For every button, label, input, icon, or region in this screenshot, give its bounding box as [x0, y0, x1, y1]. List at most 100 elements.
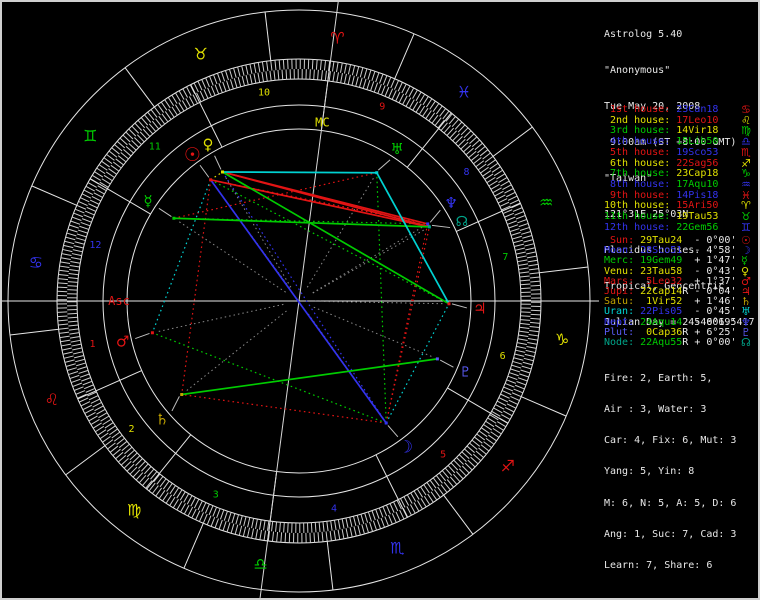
- house-cusp-value: 15Lib50: [676, 136, 718, 147]
- degree-tick: [492, 411, 501, 416]
- planet-pointer-line: [430, 210, 440, 222]
- degree-tick: [383, 507, 387, 516]
- degree-tick: [267, 61, 268, 71]
- degree-tick: [356, 66, 358, 76]
- degree-tick: [520, 323, 530, 324]
- degree-tick: [123, 135, 130, 142]
- degree-tick: [256, 519, 258, 529]
- degree-tick: [79, 226, 88, 229]
- degree-tick: [405, 86, 410, 95]
- degree-tick: [504, 189, 513, 194]
- degree-tick: [330, 531, 331, 541]
- planet-icon: ♂: [116, 333, 129, 351]
- degree-tick: [414, 503, 419, 512]
- degree-tick: [92, 175, 101, 180]
- degree-tick: [316, 60, 317, 70]
- degree-tick: [379, 74, 382, 83]
- degree-tick: [67, 368, 77, 371]
- degree-tick: [159, 490, 165, 498]
- degree-tick: [452, 119, 459, 127]
- degree-tick: [194, 83, 198, 92]
- degree-tick: [227, 523, 230, 533]
- degree-tick: [91, 399, 100, 403]
- degree-tick: [421, 498, 426, 507]
- planet-position-dot: [151, 331, 154, 334]
- degree-tick: [101, 416, 110, 421]
- degree-tick: [70, 336, 80, 338]
- degree-tick: [360, 68, 363, 78]
- degree-tick: [84, 215, 93, 219]
- degree-tick: [530, 318, 540, 319]
- degree-tick: [409, 88, 414, 97]
- degree-tick: [512, 365, 522, 368]
- degree-tick: [160, 479, 166, 487]
- degree-tick: [410, 504, 415, 513]
- degree-tick: [494, 408, 503, 413]
- planet-icon: ♄: [155, 410, 168, 428]
- degree-tick: [447, 480, 453, 488]
- degree-tick: [81, 378, 90, 381]
- degree-tick: [104, 158, 112, 164]
- degree-tick: [365, 513, 368, 523]
- degree-tick: [455, 122, 462, 129]
- degree-tick: [74, 355, 84, 357]
- degree-tick: [433, 103, 439, 111]
- degree-tick: [426, 99, 431, 107]
- degree-tick: [165, 111, 171, 119]
- degree-tick: [430, 480, 436, 488]
- degree-tick: [219, 83, 222, 92]
- house-label: 3rd house:: [604, 125, 676, 136]
- degree-tick: [262, 72, 264, 82]
- zodiac-sign-icon: ♓: [457, 83, 471, 102]
- degree-tick: [90, 200, 99, 204]
- degree-tick: [231, 524, 234, 534]
- degree-tick: [76, 238, 86, 241]
- aspect-line: [222, 172, 376, 173]
- degree-tick: [383, 76, 387, 85]
- degree-tick: [58, 316, 68, 317]
- degree-tick: [364, 69, 367, 79]
- degree-tick: [476, 161, 484, 167]
- degree-tick: [529, 330, 539, 331]
- degree-tick: [68, 372, 78, 375]
- degree-tick: [102, 179, 110, 184]
- degree-tick: [521, 231, 531, 234]
- degree-tick: [95, 426, 103, 431]
- degree-tick: [283, 60, 284, 70]
- degree-tick: [286, 69, 287, 79]
- degree-tick: [95, 406, 104, 411]
- degree-tick: [118, 156, 126, 162]
- degree-tick: [409, 100, 414, 109]
- degree-tick: [485, 174, 493, 179]
- degree-tick: [505, 383, 514, 387]
- degree-tick: [465, 463, 472, 470]
- degree-tick: [495, 191, 504, 196]
- degree-tick: [453, 474, 460, 481]
- degree-tick: [272, 532, 273, 542]
- planet-position-dot: [426, 222, 429, 225]
- degree-tick: [71, 221, 80, 224]
- degree-tick: [524, 358, 534, 360]
- degree-tick: [427, 482, 433, 490]
- degree-tick: [505, 213, 514, 217]
- degree-tick: [508, 196, 517, 200]
- house-label: 11th house:: [604, 211, 676, 222]
- degree-tick: [71, 258, 81, 260]
- degree-tick: [424, 485, 430, 493]
- degree-tick: [183, 89, 188, 98]
- degree-tick: [501, 415, 510, 420]
- degree-tick: [254, 63, 256, 73]
- degree-tick: [129, 129, 136, 136]
- degree-tick: [213, 75, 217, 84]
- degree-tick: [87, 412, 96, 417]
- degree-tick: [285, 533, 286, 543]
- degree-tick: [166, 495, 171, 503]
- degree-tick: [264, 531, 265, 541]
- degree-tick: [461, 128, 468, 135]
- house-number: 9: [379, 102, 385, 113]
- degree-tick: [58, 274, 68, 275]
- degree-tick: [156, 119, 162, 127]
- degree-tick: [83, 381, 92, 385]
- house-label: 4th house:: [604, 136, 676, 147]
- degree-tick: [519, 327, 529, 328]
